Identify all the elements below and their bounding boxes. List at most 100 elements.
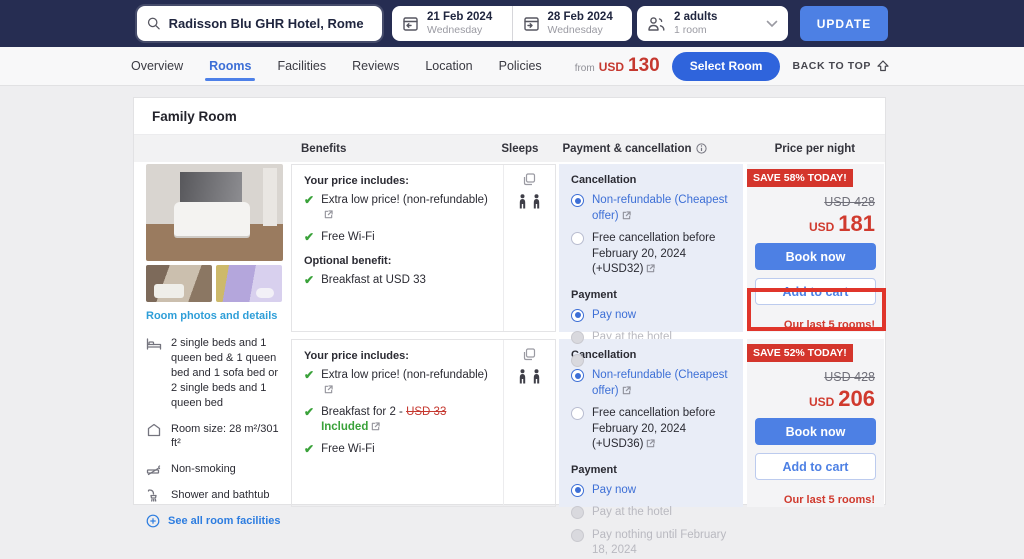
cancellation-option-free-cancel[interactable]: Free cancellation before February 20, 20… bbox=[571, 231, 733, 278]
optional-benefit-title: Optional benefit: bbox=[304, 255, 495, 267]
radio-disabled bbox=[571, 354, 584, 367]
cancellation-option-nonrefundable[interactable]: Non-refundable (Cheapest offer) bbox=[571, 368, 733, 399]
tab-rooms[interactable]: Rooms bbox=[209, 47, 251, 85]
back-to-top-button[interactable]: BACK TO TOP bbox=[792, 59, 890, 73]
guests-count: 2 adults bbox=[674, 11, 758, 24]
radio-selected[interactable] bbox=[571, 194, 584, 207]
payment-option-pay-now[interactable]: Pay now bbox=[571, 308, 733, 324]
benefit-text: Free Wi-Fi bbox=[321, 230, 375, 245]
from-label: from bbox=[575, 63, 595, 74]
facility-beds-text: 2 single beds and 1 queen bed & 1 queen … bbox=[171, 336, 283, 410]
book-now-button[interactable]: Book now bbox=[755, 243, 876, 270]
option-label: Pay now bbox=[592, 308, 636, 324]
room-card-header: Family Room bbox=[134, 98, 885, 135]
tab-location[interactable]: Location bbox=[425, 47, 472, 85]
benefit-item: ✔ Extra low price! (non-refundable) bbox=[304, 193, 495, 223]
check-icon: ✔ bbox=[304, 273, 314, 287]
search-input[interactable] bbox=[169, 16, 372, 31]
guests-rooms-selector[interactable]: 2 adults 1 room bbox=[637, 6, 788, 41]
benefit-item-breakfast: ✔ Breakfast for 2 - USD 33 Included bbox=[304, 405, 495, 435]
offer2-price: SAVE 52% TODAY! USD 428 USD206 Book now … bbox=[747, 339, 884, 507]
facility-non-smoking-text: Non-smoking bbox=[171, 462, 236, 477]
book-now-button[interactable]: Book now bbox=[755, 418, 876, 445]
rooms-count: 1 room bbox=[674, 24, 758, 36]
room-photo-thumb-2[interactable] bbox=[216, 265, 282, 302]
room-photos-details-link[interactable]: Room photos and details bbox=[146, 309, 283, 323]
external-link-icon bbox=[371, 422, 380, 431]
radio-selected[interactable] bbox=[571, 309, 584, 322]
room-photo-thumb-1[interactable] bbox=[146, 265, 212, 302]
back-to-top-label: BACK TO TOP bbox=[792, 60, 871, 72]
select-room-button[interactable]: Select Room bbox=[672, 52, 781, 81]
cancellation-option-nonrefundable[interactable]: Non-refundable (Cheapest offer) bbox=[571, 193, 733, 224]
hotel-section-navbar: Overview Rooms Facilities Reviews Locati… bbox=[0, 47, 1024, 86]
checkin-date-field[interactable]: 21 Feb 2024 Wednesday bbox=[392, 6, 512, 41]
facility-shower: Shower and bathtub bbox=[146, 488, 283, 503]
tab-overview[interactable]: Overview bbox=[131, 47, 183, 85]
option-label: Non-refundable (Cheapest offer) bbox=[592, 194, 728, 222]
check-icon: ✔ bbox=[304, 368, 314, 382]
add-to-cart-button[interactable]: Add to cart bbox=[755, 453, 876, 480]
room-photo-main[interactable] bbox=[146, 164, 283, 261]
payment-column-header: Payment & cancellation bbox=[562, 143, 706, 155]
destination-search-field[interactable] bbox=[137, 6, 382, 41]
person-icon bbox=[531, 194, 542, 209]
radio-selected[interactable] bbox=[571, 484, 584, 497]
family-room-card: Family Room Benefits Sleeps Payment & ca… bbox=[133, 97, 886, 505]
payment-option-pay-nothing: Pay nothing until February 18, 2024 bbox=[571, 528, 733, 559]
offer-row-2: Your price includes: ✔ Extra low price! … bbox=[291, 339, 885, 507]
scarcity-message: Our last 5 rooms! bbox=[747, 319, 884, 331]
adult-occupancy-icons bbox=[504, 369, 555, 384]
room-offers: Your price includes: ✔ Extra low price! … bbox=[291, 162, 885, 528]
cancellation-option-free-cancel[interactable]: Free cancellation before February 20, 20… bbox=[571, 406, 733, 453]
price-currency: USD bbox=[809, 220, 834, 234]
tab-facilities[interactable]: Facilities bbox=[277, 47, 326, 85]
benefits-column-header: Benefits bbox=[301, 143, 346, 155]
check-icon: ✔ bbox=[304, 230, 314, 244]
option-label: Non-refundable (Cheapest offer) bbox=[592, 369, 728, 397]
benefit-item: ✔ Free Wi-Fi bbox=[304, 230, 495, 245]
facility-shower-text: Shower and bathtub bbox=[171, 488, 269, 503]
facility-non-smoking: Non-smoking bbox=[146, 462, 283, 477]
hotel-booking-page: 21 Feb 2024 Wednesday 28 Feb 2024 Wednes… bbox=[0, 0, 1024, 522]
checkin-date: 21 Feb 2024 bbox=[427, 11, 492, 24]
chevron-down-icon bbox=[766, 20, 778, 28]
tab-policies[interactable]: Policies bbox=[499, 47, 542, 85]
radio-unselected[interactable] bbox=[571, 407, 584, 420]
radio-disabled bbox=[571, 529, 584, 542]
info-icon[interactable] bbox=[696, 143, 707, 154]
price-column-header: Price per night bbox=[775, 143, 856, 155]
old-price: USD 428 bbox=[747, 370, 875, 384]
benefit-item: ✔ Free Wi-Fi bbox=[304, 442, 495, 457]
includes-title: Your price includes: bbox=[304, 175, 495, 187]
benefit-item: ✔ Extra low price! (non-refundable) bbox=[304, 368, 495, 398]
price-amount: 181 bbox=[838, 211, 875, 236]
payment-option-pay-now[interactable]: Pay now bbox=[571, 483, 733, 499]
update-button[interactable]: UPDATE bbox=[800, 6, 888, 41]
price-amount: 206 bbox=[838, 386, 875, 411]
radio-selected[interactable] bbox=[571, 369, 584, 382]
external-link-icon bbox=[646, 264, 655, 273]
room-title: Family Room bbox=[152, 109, 237, 124]
checkout-date-field[interactable]: 28 Feb 2024 Wednesday bbox=[512, 6, 633, 41]
radio-unselected[interactable] bbox=[571, 232, 584, 245]
add-to-cart-button[interactable]: Add to cart bbox=[755, 278, 876, 305]
section-tabs: Overview Rooms Facilities Reviews Locati… bbox=[131, 47, 542, 85]
benefit-item: ✔ Breakfast at USD 33 bbox=[304, 273, 495, 288]
checkin-calendar-icon bbox=[402, 15, 419, 32]
adult-occupancy-icons bbox=[504, 194, 555, 209]
external-link-icon bbox=[622, 386, 631, 395]
payment-title: Payment bbox=[571, 289, 733, 301]
person-icon bbox=[517, 194, 528, 209]
payment-title: Payment bbox=[571, 464, 733, 476]
includes-title: Your price includes: bbox=[304, 350, 495, 362]
occupancy-icon bbox=[523, 348, 536, 361]
plus-circle-icon bbox=[146, 514, 160, 528]
option-label: Pay at the hotel bbox=[592, 505, 672, 521]
benefit-text: Breakfast for 2 - bbox=[321, 406, 406, 418]
bed-icon bbox=[146, 337, 162, 351]
tab-reviews[interactable]: Reviews bbox=[352, 47, 399, 85]
see-all-room-facilities-link[interactable]: See all room facilities bbox=[146, 514, 283, 528]
save-badge: SAVE 52% TODAY! bbox=[747, 344, 853, 362]
scarcity-message: Our last 5 rooms! bbox=[747, 494, 884, 506]
